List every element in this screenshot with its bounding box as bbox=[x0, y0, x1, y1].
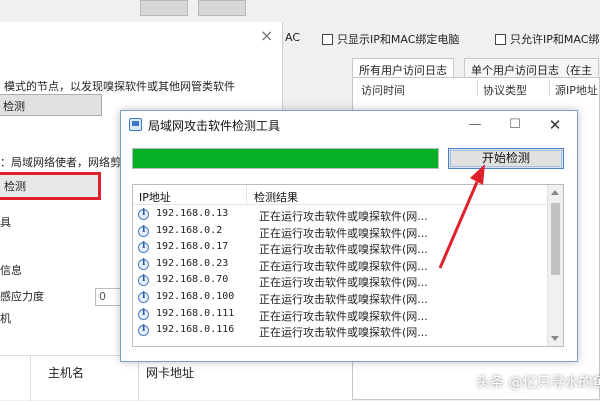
column-separator bbox=[30, 356, 31, 401]
row-result: 正在运行攻击软件或嗅探软件(网... bbox=[259, 276, 428, 290]
column-separator bbox=[246, 185, 247, 205]
app-icon bbox=[129, 118, 142, 131]
scroll-thumb[interactable] bbox=[551, 203, 560, 275]
column-header-access-time[interactable]: 访问时间 bbox=[361, 82, 405, 98]
info-icon bbox=[138, 225, 149, 237]
only-allow-bound-label: 只允许IP和MAC绑 bbox=[510, 33, 600, 46]
toolbar-button-2[interactable] bbox=[198, 0, 246, 16]
info-label: 信息 bbox=[0, 264, 22, 277]
results-list: IP地址 检测结果 192.168.0.13 正在运行攻击软件或嗅探软件(网...… bbox=[132, 184, 564, 347]
list-item[interactable]: 192.168.0.23 正在运行攻击软件或嗅探软件(网... bbox=[133, 257, 547, 274]
info-icon bbox=[138, 208, 149, 220]
row-ip: 192.168.0.116 bbox=[156, 324, 235, 336]
info-icon bbox=[138, 241, 149, 254]
results-rows: 192.168.0.13正在运行攻击软件或嗅探软件(网...192.168.0.… bbox=[133, 207, 547, 340]
description-text: 模式的节点，以发现嗅探软件或其他网管类软件 bbox=[4, 80, 235, 93]
detect-button-1-label: 检测 bbox=[3, 100, 25, 113]
only-show-bound-checkbox[interactable]: 只显示IP和MAC绑定电脑 bbox=[322, 31, 459, 47]
row-result: 正在运行攻击软件或嗅探软件(网... bbox=[259, 210, 428, 223]
close-icon[interactable]: × bbox=[260, 26, 273, 45]
column-separator bbox=[477, 80, 478, 96]
row-ip: 192.168.0.111 bbox=[156, 307, 235, 319]
list-item[interactable]: 192.168.0.116 正在运行攻击软件或嗅探软件(网... bbox=[133, 323, 547, 340]
results-list-header: IP地址 检测结果 bbox=[133, 185, 547, 205]
list-item[interactable]: 192.168.0.70 正在运行攻击软件或嗅探软件(网... bbox=[133, 273, 547, 290]
detect-button-1[interactable]: 检测 bbox=[0, 94, 102, 116]
info-icon bbox=[138, 274, 149, 287]
row-ip: 192.168.0.100 bbox=[156, 290, 235, 302]
column-separator bbox=[549, 80, 550, 96]
row-result: 正在运行攻击软件或嗅探软件(网... bbox=[259, 292, 428, 306]
only-show-bound-label: 只显示IP和MAC绑定电脑 bbox=[337, 33, 460, 46]
attack-software-detect-dialog: 局域网攻击软件检测工具 — ☐ ✕ 开始检测 IP地址 检测结果 192.168… bbox=[120, 110, 578, 362]
machine-label: 机 bbox=[0, 312, 11, 325]
tab-all-users-log[interactable]: 所有用户访问日志 bbox=[352, 58, 454, 78]
tools-label: 具 bbox=[0, 216, 11, 229]
list-item[interactable]: 192.168.0.17 正在运行攻击软件或嗅探软件(网... bbox=[133, 240, 547, 257]
main-window-top-strip bbox=[0, 0, 600, 22]
row-result: 正在运行攻击软件或嗅探软件(网... bbox=[259, 309, 428, 323]
start-detect-label: 开始检测 bbox=[481, 151, 530, 165]
row-result: 正在运行攻击软件或嗅探软件(网... bbox=[259, 259, 428, 273]
row-ip: 192.168.0.2 bbox=[156, 224, 223, 236]
row-ip: 192.168.0.13 bbox=[156, 208, 229, 219]
list-item[interactable]: 192.168.0.2 正在运行攻击软件或嗅探软件(网... bbox=[133, 224, 547, 241]
dialog-title: 局域网攻击软件检测工具 bbox=[148, 119, 281, 133]
only-allow-bound-checkbox[interactable]: 只允许IP和MAC绑 bbox=[495, 31, 599, 47]
column-header-nic-address[interactable]: 网卡地址 bbox=[146, 364, 194, 381]
row-ip: 192.168.0.70 bbox=[156, 274, 229, 286]
checkbox-box[interactable] bbox=[495, 34, 506, 45]
mac-label: AC bbox=[285, 31, 301, 44]
row-result: 正在运行攻击软件或嗅探软件(网... bbox=[259, 226, 428, 240]
scan-progress-bar bbox=[132, 148, 439, 169]
scroll-up-icon[interactable] bbox=[551, 190, 559, 195]
minimize-icon[interactable]: — bbox=[461, 115, 489, 135]
column-header-protocol[interactable]: 协议类型 bbox=[483, 82, 527, 98]
title-bar[interactable]: 局域网攻击软件检测工具 — ☐ ✕ bbox=[121, 111, 577, 139]
row-ip: 192.168.0.17 bbox=[156, 241, 229, 253]
column-separator bbox=[138, 356, 139, 401]
list-item[interactable]: 192.168.0.111 正在运行攻击软件或嗅探软件(网... bbox=[133, 307, 547, 324]
info-icon bbox=[138, 258, 149, 270]
row-ip: 192.168.0.23 bbox=[156, 257, 229, 269]
row-result: 正在运行攻击软件或嗅探软件(网... bbox=[259, 326, 428, 340]
checkbox-box[interactable] bbox=[322, 34, 333, 45]
vertical-scrollbar[interactable] bbox=[547, 185, 563, 346]
column-header-result[interactable]: 检测结果 bbox=[254, 189, 298, 205]
maximize-icon[interactable]: ☐ bbox=[501, 115, 529, 135]
list-item[interactable]: 192.168.0.100 正在运行攻击软件或嗅探软件(网... bbox=[133, 290, 547, 307]
row-result: 正在运行攻击软件或嗅探软件(网... bbox=[259, 243, 428, 257]
column-header-source-ip[interactable]: 源IP地址 bbox=[555, 82, 598, 98]
toolbar-button-1[interactable] bbox=[140, 0, 188, 16]
info-icon bbox=[138, 308, 149, 320]
watermark: 头条 @亿只寻水的鱼 bbox=[476, 375, 600, 391]
scroll-down-icon[interactable] bbox=[551, 336, 559, 341]
tab-single-user-log[interactable]: 单个用户访问日志（在主 bbox=[464, 58, 599, 78]
column-header-hostname[interactable]: 主机名 bbox=[48, 364, 84, 381]
list-item[interactable]: 192.168.0.13 正在运行攻击软件或嗅探软件(网... bbox=[133, 207, 547, 224]
start-detect-button[interactable]: 开始检测 bbox=[448, 148, 564, 169]
detect-button-2-label: 检测 bbox=[4, 180, 26, 193]
column-header-ip[interactable]: IP地址 bbox=[139, 189, 171, 205]
filter-row: AC 只显示IP和MAC绑定电脑 只允许IP和MAC绑 bbox=[285, 28, 600, 50]
detect-button-2[interactable]: 检测 bbox=[0, 172, 101, 200]
info-icon bbox=[138, 324, 149, 337]
log-tabs: 所有用户访问日志 单个用户访问日志（在主 bbox=[352, 58, 600, 78]
close-icon[interactable]: ✕ bbox=[541, 115, 569, 135]
progress-fill bbox=[133, 149, 438, 168]
sensitivity-label: 感应力度 bbox=[0, 290, 44, 303]
info-icon bbox=[138, 291, 149, 303]
attack-software-text: ：局域网络使者，网络剪 bbox=[0, 156, 121, 169]
